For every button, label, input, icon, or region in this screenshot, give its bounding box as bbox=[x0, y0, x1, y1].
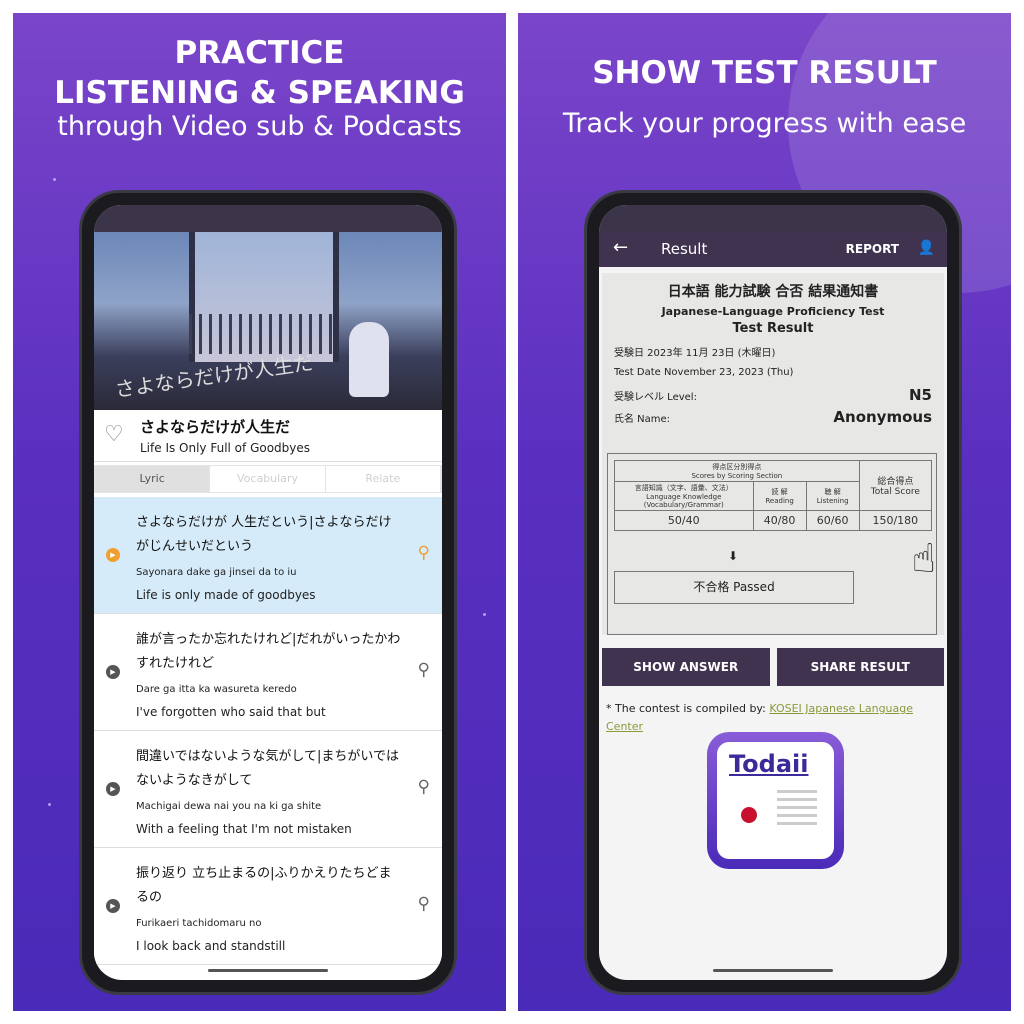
play-icon[interactable]: ▶ bbox=[106, 665, 120, 679]
lk-header-en2: (Vocabulary/Grammar) bbox=[643, 501, 724, 509]
star-decoration bbox=[53, 178, 56, 181]
todaii-logo: Todaii bbox=[707, 732, 844, 869]
phone-screen: ← Result REPORT 👤 日本語 能力試験 合否 結果通知書 Japa… bbox=[599, 205, 947, 980]
page-title: Result bbox=[661, 240, 708, 258]
name-label: 氏名 Name: bbox=[614, 413, 671, 425]
search-icon[interactable]: ⚲ bbox=[418, 543, 430, 563]
lyric-jp: 振り返り 立ち止まるの|ふりかえりたちどまるの bbox=[136, 866, 392, 905]
character-illustration bbox=[349, 322, 389, 397]
lyric-en: With a feeling that I'm not mistaken bbox=[136, 822, 352, 836]
test-date-en: Test Date November 23, 2023 (Thu) bbox=[614, 367, 794, 378]
lyric-item[interactable]: ▶ 振り返り 立ち止まるの|ふりかえりたちどまるの Furikaeri tach… bbox=[94, 848, 442, 965]
song-header: ♡ さよならだけが人生だ Life Is Only Full of Goodby… bbox=[94, 410, 442, 462]
tab-vocabulary[interactable]: Vocabulary bbox=[210, 466, 326, 492]
subheadline: Track your progress with ease bbox=[562, 108, 967, 139]
listening-score: 60/60 bbox=[805, 510, 860, 531]
lk-score: 50/40 bbox=[614, 510, 754, 531]
headline: PRACTICE bbox=[174, 35, 345, 71]
lyric-item[interactable]: ▶ さよならだけが 人生だという|さよならだけがじんせいだという Sayonar… bbox=[94, 497, 442, 614]
search-icon[interactable]: ⚲ bbox=[418, 777, 430, 797]
result-certificate: 日本語 能力試験 合否 結果通知書 Japanese-Language Prof… bbox=[602, 273, 944, 635]
lyric-romaji: Sayonara dake ga jinsei da to iu bbox=[136, 567, 297, 578]
subheadline: through Video sub & Podcasts bbox=[57, 111, 462, 142]
play-icon[interactable]: ▶ bbox=[106, 548, 120, 562]
home-indicator bbox=[713, 969, 833, 972]
lyric-item[interactable]: ▶ 誰が言ったか忘れたけれど|だれがいったかわすれたけれど Dare ga it… bbox=[94, 614, 442, 731]
search-icon[interactable]: ⚲ bbox=[418, 660, 430, 680]
doc-title-en: Japanese-Language Proficiency Test bbox=[661, 305, 885, 318]
tab-bar: Lyric Vocabulary Relate bbox=[94, 465, 442, 493]
star-decoration bbox=[483, 613, 486, 616]
test-date-jp: 受験日 2023年 11月 23日 (木曜日) bbox=[614, 348, 776, 359]
balcony-rail bbox=[189, 314, 339, 354]
status-bar bbox=[94, 205, 442, 232]
app-bar: ← Result REPORT 👤 bbox=[599, 232, 947, 267]
right-promo-panel: SHOW TEST RESULT Track your progress wit… bbox=[518, 13, 1011, 1011]
lyric-romaji: Dare ga itta ka wasureta keredo bbox=[136, 684, 297, 695]
reading-header-en: Reading bbox=[765, 497, 794, 505]
play-icon[interactable]: ▶ bbox=[106, 899, 120, 913]
lyric-item[interactable]: ▶ 間違いではないような気がして|まちがいではないようなきがして Machiga… bbox=[94, 731, 442, 848]
total-score: 150/180 bbox=[858, 510, 933, 531]
reading-header-jp: 読 解 bbox=[771, 488, 788, 496]
lyric-jp: さよならだけが 人生だという|さよならだけがじんせいだという bbox=[136, 515, 392, 554]
note-prefix: * The contest is compiled by: bbox=[606, 702, 770, 715]
headline: LISTENING & SPEAKING bbox=[54, 75, 465, 111]
lyric-jp: 間違いではないような気がして|まちがいではないようなきがして bbox=[136, 749, 399, 788]
level-value: N5 bbox=[909, 386, 932, 404]
section-header-en: Scores by Scoring Section bbox=[691, 472, 783, 480]
logo-text: Todaii bbox=[729, 750, 809, 778]
doc-title-jp: 日本語 能力試験 合否 結果通知書 bbox=[667, 284, 879, 300]
section-header-jp: 得点区分別得点 bbox=[712, 463, 762, 471]
left-promo-panel: PRACTICE LISTENING & SPEAKING through Vi… bbox=[13, 13, 506, 1011]
video-player[interactable]: さよならだけが人生だ bbox=[94, 232, 442, 410]
user-edit-icon[interactable]: 👤 bbox=[918, 240, 935, 256]
phone-frame: ← Result REPORT 👤 日本語 能力試験 合否 結果通知書 Japa… bbox=[584, 190, 962, 995]
lyric-romaji: Furikaeri tachidomaru no bbox=[136, 918, 262, 929]
home-indicator bbox=[208, 969, 328, 972]
pointing-hand-icon: ☝ bbox=[911, 536, 936, 582]
total-header-jp: 総合得点 bbox=[877, 477, 914, 487]
lk-header-en: Language Knowledge bbox=[646, 493, 722, 501]
tab-relate[interactable]: Relate bbox=[326, 466, 441, 492]
song-title-jp: さよならだけが人生だ bbox=[140, 418, 291, 436]
doc-subtitle: Test Result bbox=[732, 321, 814, 336]
level-label: 受験レベル Level: bbox=[614, 391, 697, 403]
score-table: 得点区分別得点 Scores by Scoring Section 総合得点 Tot… bbox=[614, 460, 933, 531]
heart-icon[interactable]: ♡ bbox=[104, 422, 124, 447]
listening-header-en: Listening bbox=[816, 497, 849, 505]
source-note: * The contest is compiled by: KOSEI Japa… bbox=[606, 700, 940, 736]
arrow-down-icon: ⬇ bbox=[728, 549, 739, 563]
lk-header-jp: 言語知識（文字、語彙、文法） bbox=[634, 484, 733, 492]
score-box: 得点区分別得点 Scores by Scoring Section 総合得点 Tot… bbox=[607, 453, 937, 635]
search-icon[interactable]: ⚲ bbox=[418, 894, 430, 914]
total-header-en: Total Score bbox=[870, 487, 920, 497]
status-bar bbox=[599, 205, 947, 232]
lyric-jp: 誰が言ったか忘れたけれど|だれがいったかわすれたけれど bbox=[136, 632, 401, 671]
tab-lyric[interactable]: Lyric bbox=[95, 466, 211, 492]
verdict-box: 不合格 Passed bbox=[614, 571, 854, 604]
star-decoration bbox=[48, 803, 51, 806]
play-icon[interactable]: ▶ bbox=[106, 782, 120, 796]
back-arrow-icon[interactable]: ← bbox=[613, 237, 628, 258]
lyric-romaji: Machigai dewa nai you na ki ga shite bbox=[136, 801, 322, 812]
japan-flag-icon bbox=[741, 807, 757, 823]
report-button[interactable]: REPORT bbox=[846, 242, 899, 256]
song-title-en: Life Is Only Full of Goodbyes bbox=[140, 441, 311, 455]
lyric-en: I've forgotten who said that but bbox=[136, 705, 326, 719]
reading-score: 40/80 bbox=[752, 510, 807, 531]
lyric-en: I look back and standstill bbox=[136, 939, 286, 953]
phone-screen: さよならだけが人生だ ♡ さよならだけが人生だ Life Is Only Ful… bbox=[94, 205, 442, 980]
phone-frame: さよならだけが人生だ ♡ さよならだけが人生だ Life Is Only Ful… bbox=[79, 190, 457, 995]
share-result-button[interactable]: SHARE RESULT bbox=[776, 648, 944, 686]
lyric-en: Life is only made of goodbyes bbox=[136, 588, 316, 602]
newspaper-lines-icon bbox=[777, 790, 817, 830]
show-answer-button[interactable]: SHOW ANSWER bbox=[602, 648, 770, 686]
action-buttons: SHOW ANSWER SHARE RESULT bbox=[602, 648, 944, 686]
name-value: Anonymous bbox=[833, 408, 932, 426]
listening-header-jp: 聴 解 bbox=[824, 488, 841, 496]
headline: SHOW TEST RESULT bbox=[592, 55, 937, 91]
